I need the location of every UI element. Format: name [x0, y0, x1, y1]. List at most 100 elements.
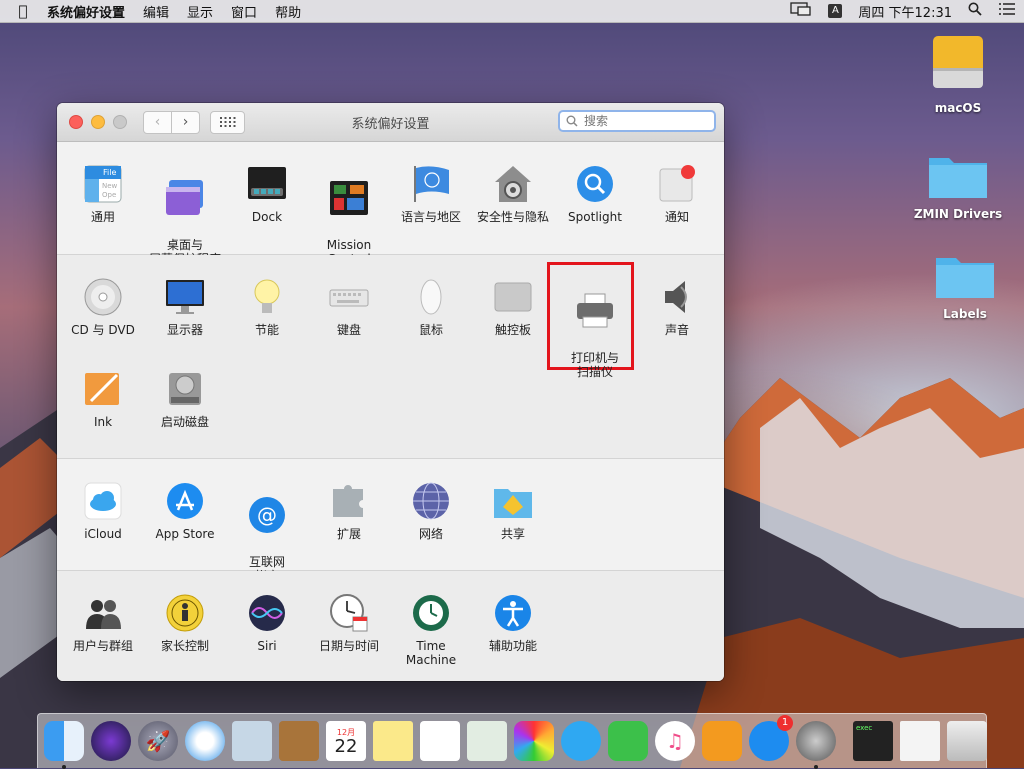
contacts-icon[interactable]	[279, 721, 319, 761]
pane-security-privacy[interactable]: 安全性与隐私	[472, 164, 554, 224]
siri-dock-icon[interactable]	[91, 721, 131, 761]
pane-label: Dock	[251, 210, 283, 224]
pane-label: Time Machine	[405, 639, 457, 667]
launchpad-icon[interactable]: 🚀	[138, 721, 178, 761]
menu-clock[interactable]: 周四 下午12:31	[850, 2, 960, 21]
system-preferences-dock-icon[interactable]	[796, 721, 836, 769]
reminders-icon[interactable]	[420, 721, 460, 761]
mail-icon[interactable]	[232, 721, 272, 761]
pane-sharing[interactable]: 共享	[472, 481, 554, 541]
pane-cd-dvd[interactable]: CD 与 DVD	[62, 277, 144, 337]
messages-icon[interactable]	[561, 721, 601, 761]
apple-menu-icon[interactable]: 	[8, 2, 38, 20]
pane-siri[interactable]: Siri	[226, 593, 308, 653]
pane-printers-scanners[interactable]: 打印机与 扫描仪	[554, 277, 636, 379]
spotlight-search-icon[interactable]	[960, 2, 990, 20]
desktop-folder-labels[interactable]: Labels	[920, 250, 1010, 321]
pane-users-groups[interactable]: 用户与群组	[62, 593, 144, 653]
pane-energy-saver[interactable]: 节能	[226, 277, 308, 337]
menu-edit[interactable]: 编辑	[134, 2, 178, 21]
menu-help[interactable]: 帮助	[266, 2, 310, 21]
menu-extras: A 周四 下午12:31	[782, 0, 1024, 22]
pane-keyboard[interactable]: 键盘	[308, 277, 390, 337]
desktop-drive-macos[interactable]: macOS	[913, 32, 1003, 115]
folder-icon	[929, 158, 987, 198]
facetime-icon[interactable]	[608, 721, 648, 761]
svg-text:New: New	[102, 182, 118, 190]
sharing-icon	[493, 481, 533, 521]
back-button[interactable]: ‹	[143, 110, 172, 134]
notification-center-icon[interactable]	[990, 2, 1024, 20]
close-button[interactable]	[69, 115, 83, 129]
show-all-button[interactable]	[210, 110, 245, 134]
pane-network[interactable]: 网络	[390, 481, 472, 541]
input-source-badge[interactable]: A	[828, 4, 843, 18]
pane-desktop-screensaver[interactable]: 桌面与 屏幕保护程序	[144, 164, 226, 266]
maps-icon[interactable]	[467, 721, 507, 761]
menu-window[interactable]: 窗口	[222, 2, 266, 21]
finder-icon[interactable]	[44, 721, 84, 769]
app-store-dock-icon[interactable]: 1	[749, 715, 793, 761]
pane-label: 通知	[664, 210, 689, 224]
notes-icon[interactable]	[373, 721, 413, 761]
forward-button[interactable]: ›	[172, 110, 200, 134]
pane-ink[interactable]: Ink	[62, 369, 144, 429]
safari-icon[interactable]	[185, 721, 225, 761]
airplay-display-icon[interactable]	[782, 2, 820, 20]
search-field[interactable]	[558, 110, 716, 132]
icloud-icon	[83, 481, 123, 521]
search-input[interactable]	[582, 113, 706, 129]
pane-notifications[interactable]: 通知	[636, 164, 718, 224]
window-titlebar[interactable]: ‹ › 系统偏好设置	[57, 103, 724, 142]
pane-date-time[interactable]: 日期与时间	[308, 593, 390, 653]
pane-label: CD 与 DVD	[71, 323, 135, 337]
pane-mouse[interactable]: 鼠标	[390, 277, 472, 337]
calendar-icon[interactable]: 12月 22	[326, 721, 366, 761]
hard-drive-icon	[933, 36, 983, 88]
pane-label: 键盘	[336, 323, 361, 337]
pane-label: 语言与地区	[400, 210, 461, 224]
desktop-icon-label: macOS	[934, 101, 982, 115]
calendar-day: 22	[334, 735, 358, 757]
sound-icon	[657, 277, 697, 317]
pane-startup-disk[interactable]: 启动磁盘	[144, 369, 226, 429]
section-personal: File NewOpe 通用 桌面与 屏幕保护程序 Dock Mission Co…	[57, 142, 724, 266]
minimized-window-thumbnail[interactable]	[900, 721, 940, 761]
desktop-screensaver-icon	[165, 178, 205, 218]
pane-accessibility[interactable]: 辅助功能	[472, 593, 554, 653]
pane-parental-controls[interactable]: 家长控制	[144, 593, 226, 653]
ibooks-icon[interactable]	[702, 721, 742, 761]
desktop-folder-zmin[interactable]: ZMIN Drivers	[913, 150, 1003, 221]
pane-trackpad[interactable]: 触控板	[472, 277, 554, 337]
pane-app-store[interactable]: App Store	[144, 481, 226, 541]
menu-view[interactable]: 显示	[178, 2, 222, 21]
pane-mission-control[interactable]: Mission Control	[308, 164, 390, 266]
pane-time-machine[interactable]: Time Machine	[390, 593, 472, 667]
pane-icloud[interactable]: iCloud	[62, 481, 144, 541]
terminal-icon[interactable]: exec	[853, 721, 893, 761]
pane-spotlight[interactable]: Spotlight	[554, 164, 636, 224]
pane-dock[interactable]: Dock	[226, 164, 308, 224]
pane-label: 节能	[254, 323, 279, 337]
pane-sound[interactable]: 声音	[636, 277, 718, 337]
pane-displays[interactable]: 显示器	[144, 277, 226, 337]
trash-icon[interactable]	[947, 721, 987, 761]
minimize-button[interactable]	[91, 115, 105, 129]
pane-general[interactable]: File New Ope 通用	[62, 164, 144, 224]
photos-icon[interactable]	[514, 721, 554, 761]
pane-label: App Store	[155, 527, 215, 541]
pane-language-region[interactable]: 语言与地区	[390, 164, 472, 224]
svg-text:File: File	[103, 168, 116, 177]
pane-internet-accounts[interactable]: @ 互联网 帐户	[226, 481, 308, 583]
keyboard-icon	[329, 277, 369, 317]
desktop-icon-label: Labels	[943, 307, 987, 321]
itunes-icon[interactable]: ♫	[655, 721, 695, 761]
pane-label: 网络	[418, 527, 443, 541]
pane-extensions[interactable]: 扩展	[308, 481, 390, 541]
energy-saver-icon	[247, 277, 287, 317]
menu-app-name[interactable]: 系统偏好设置	[38, 2, 134, 21]
displays-icon	[165, 277, 205, 317]
desktop-icon-label: ZMIN Drivers	[913, 207, 1003, 221]
pane-label: iCloud	[84, 527, 122, 541]
zoom-button[interactable]	[113, 115, 127, 129]
